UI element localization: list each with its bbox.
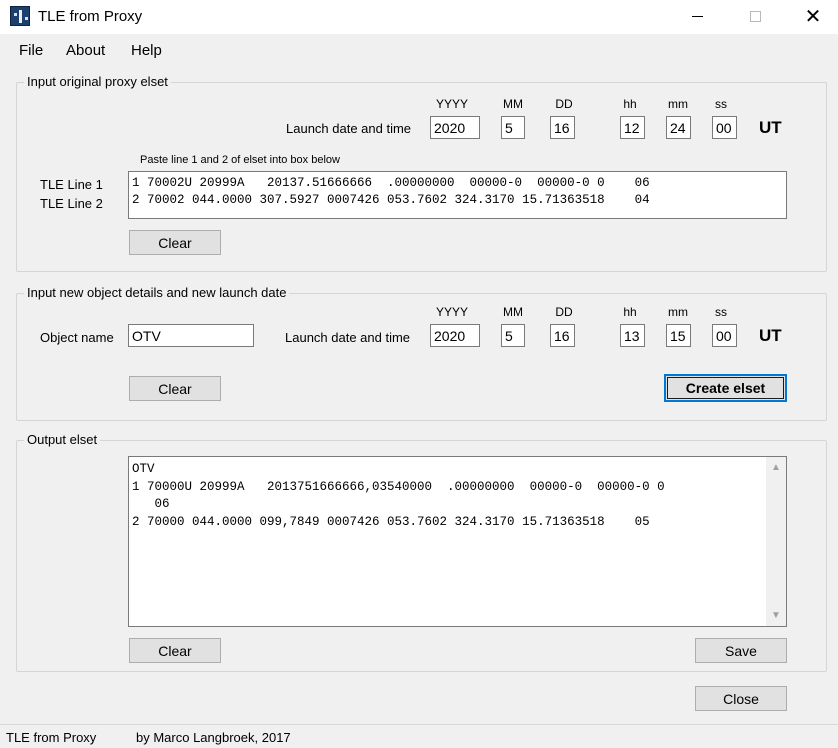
menu-about[interactable]: About [66,42,105,59]
maximize-icon [749,10,761,22]
col-year: YYYY [435,97,468,111]
tle-input-box[interactable]: 1 70002U 20999A 20137.51666666 .00000000… [128,171,787,219]
col-day-2: DD [555,305,573,319]
new-object-group-title: Input new object details and new launch … [24,285,290,300]
new-object-clear-button[interactable]: Clear [129,376,221,401]
tle-line1-label: TLE Line 1 [40,177,103,192]
proxy-ut-label: UT [759,118,782,137]
status-app-name: TLE from Proxy [6,730,97,745]
window-title: TLE from Proxy [38,8,143,25]
new-launch-label: Launch date and time [285,330,411,345]
proxy-day-input[interactable]: 16 [550,116,575,139]
col-minute-2: mm [668,305,688,319]
col-minute: mm [668,97,688,111]
maximize-button [732,0,778,32]
col-day: DD [555,97,573,111]
object-name-label: Object name [40,330,114,345]
menu-help[interactable]: Help [131,42,162,59]
col-month-2: MM [503,305,523,319]
col-month: MM [503,97,523,111]
save-button[interactable]: Save [695,638,787,663]
proxy-clear-button[interactable]: Clear [129,230,221,255]
close-icon: ✕ [804,5,822,28]
minimize-button[interactable] [674,0,720,32]
minimize-icon [691,15,703,17]
close-button[interactable]: Close [695,686,787,711]
proxy-minute-input[interactable]: 24 [666,116,691,139]
proxy-hour-input[interactable]: 12 [620,116,645,139]
proxy-month-input[interactable]: 5 [501,116,525,139]
status-bar [0,724,838,748]
menu-file[interactable]: File [19,42,43,59]
new-year-input[interactable]: 2020 [430,324,480,347]
new-month-input[interactable]: 5 [501,324,525,347]
new-minute-input[interactable]: 15 [666,324,691,347]
new-hour-input[interactable]: 13 [620,324,645,347]
proxy-second-input[interactable]: 00 [712,116,737,139]
col-hour-2: hh [623,305,637,319]
output-scrollbar[interactable]: ▲ ▼ [766,457,786,626]
status-credit: by Marco Langbroek, 2017 [136,730,291,745]
col-hour: hh [623,97,637,111]
object-name-input[interactable]: OTV [128,324,254,347]
col-year-2: YYYY [435,305,468,319]
app-icon [10,6,30,26]
proxy-year-input[interactable]: 2020 [430,116,480,139]
proxy-group-title: Input original proxy elset [24,74,171,89]
col-second-2: ss [715,305,727,319]
proxy-launch-label: Launch date and time [286,121,412,136]
new-ut-label: UT [759,326,782,345]
tle-line2-label: TLE Line 2 [40,196,103,211]
output-text-box[interactable]: OTV 1 70000U 20999A 2013751666666,035400… [128,456,787,627]
scroll-down-icon[interactable]: ▼ [766,607,786,624]
window-close-button[interactable]: ✕ [790,0,836,32]
scroll-up-icon[interactable]: ▲ [766,459,786,476]
output-clear-button[interactable]: Clear [129,638,221,663]
output-group-title: Output elset [24,432,101,447]
new-second-input[interactable]: 00 [712,324,737,347]
paste-hint: Paste line 1 and 2 of elset into box bel… [140,154,340,166]
menu-bar [0,36,838,64]
col-second: ss [715,97,727,111]
create-elset-button[interactable]: Create elset [664,374,787,402]
new-day-input[interactable]: 16 [550,324,575,347]
